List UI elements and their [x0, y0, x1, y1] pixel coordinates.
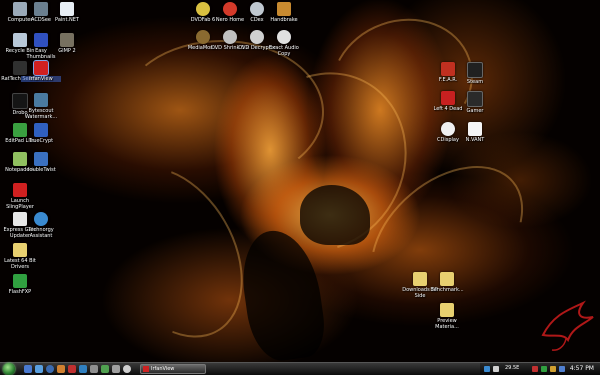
- system-tray: 29.5E 4:57 PM: [480, 363, 600, 375]
- nvant-icon: [468, 122, 482, 136]
- tray-app-icon[interactable]: [550, 366, 556, 372]
- downloads-folder-icon: [413, 272, 427, 286]
- firefox-icon[interactable]: [57, 365, 65, 373]
- mediamonkey-icon: [196, 30, 210, 44]
- desktop-icon-steam[interactable]: Steam: [455, 62, 495, 85]
- desktop-icon-gimp[interactable]: GIMP 2: [47, 33, 87, 54]
- dvd-decrypter-icon: [250, 30, 264, 44]
- truecrypt-icon: [34, 123, 48, 137]
- desktop-icon-doubletwist[interactable]: doubleTwist: [21, 152, 61, 173]
- desktop-icon-benchmark[interactable]: Benchmark...: [427, 272, 467, 293]
- quicklaunch-app-icon[interactable]: [112, 365, 120, 373]
- desktop-icon-truecrypt[interactable]: TrueCrypt: [21, 123, 61, 144]
- fear-icon: [441, 62, 455, 76]
- taskbar-button-irfanview[interactable]: IrfanView: [140, 364, 206, 374]
- drivers-folder-icon: [13, 243, 27, 257]
- dvd-shrink-icon: [223, 30, 237, 44]
- quicklaunch-app-icon[interactable]: [79, 365, 87, 373]
- desktop-icon-irfanview[interactable]: IrfanView: [21, 60, 61, 82]
- nero-icon: [223, 2, 237, 16]
- quicklaunch-app-icon[interactable]: [123, 365, 131, 373]
- tray-temperature: 29.5E: [505, 365, 520, 371]
- desktop-icon-latest-drivers[interactable]: Latest 64 Bit Drivers: [0, 243, 40, 270]
- cdisplay-icon: [441, 122, 455, 136]
- desktop-icon-nvant[interactable]: N.VANT: [455, 122, 495, 143]
- irfanview-icon: [143, 366, 149, 372]
- start-button[interactable]: [3, 363, 15, 375]
- quicklaunch-app-icon[interactable]: [68, 365, 76, 373]
- quicklaunch-app-icon[interactable]: [101, 365, 109, 373]
- quicklaunch-app-icon[interactable]: [90, 365, 98, 373]
- easy-thumbnails-icon: [34, 33, 48, 47]
- desktop-icon-handbrake[interactable]: Handbrake: [264, 2, 304, 23]
- steam-icon: [467, 62, 483, 78]
- tray-app-icon[interactable]: [532, 366, 538, 372]
- desktop-icon-technorgy-assistant[interactable]: Technorgy Assistant: [21, 212, 61, 239]
- irfanview-icon: [33, 60, 49, 76]
- desktop-icon-preview-material[interactable]: Preview Materia...: [427, 303, 467, 330]
- switch-windows-icon[interactable]: [35, 365, 43, 373]
- dvdfab-icon: [196, 2, 210, 16]
- internet-explorer-icon[interactable]: [46, 365, 54, 373]
- left-4-dead-icon: [441, 91, 455, 105]
- taskbar: IrfanView 29.5E 4:57 PM: [0, 362, 600, 375]
- flashfxp-icon: [13, 274, 27, 288]
- benchmark-folder-icon: [440, 272, 454, 286]
- gamer-icon: [467, 91, 483, 107]
- dragon-logo-icon: [541, 300, 594, 351]
- desktop-icon-slingplayer[interactable]: Launch SlingPlayer: [0, 183, 40, 210]
- taskbar-clock[interactable]: 4:57 PM: [570, 365, 594, 372]
- tray-app-icon[interactable]: [559, 366, 565, 372]
- technorgy-assistant-icon: [34, 212, 48, 226]
- handbrake-icon: [277, 2, 291, 16]
- cdex-icon: [250, 2, 264, 16]
- desktop-icon-bytescout-watermarking[interactable]: Bytescout Watermark...: [21, 93, 61, 120]
- desktop-icon-exact-audio-copy[interactable]: Exact Audio Copy: [264, 30, 304, 57]
- doubletwist-icon: [34, 152, 48, 166]
- tray-volume-icon[interactable]: [493, 366, 499, 372]
- desktop-wallpaper: Computer Recycle Bin RatTech Server Drob…: [0, 0, 600, 362]
- bytescout-watermarking-icon: [34, 93, 48, 107]
- acdsee-icon: [34, 2, 48, 16]
- paintnet-icon: [60, 2, 74, 16]
- tray-network-icon[interactable]: [484, 366, 490, 372]
- desktop-icon-gamer[interactable]: Gamer: [455, 91, 495, 114]
- slingplayer-icon: [13, 183, 27, 197]
- desktop-icon-flashfxp[interactable]: FlashFXP: [0, 274, 40, 295]
- gimp-icon: [60, 33, 74, 47]
- exact-audio-copy-icon: [277, 30, 291, 44]
- show-desktop-icon[interactable]: [24, 365, 32, 373]
- tray-app-icon[interactable]: [541, 366, 547, 372]
- desktop-icon-paintnet[interactable]: Paint.NET: [47, 2, 87, 23]
- preview-folder-icon: [440, 303, 454, 317]
